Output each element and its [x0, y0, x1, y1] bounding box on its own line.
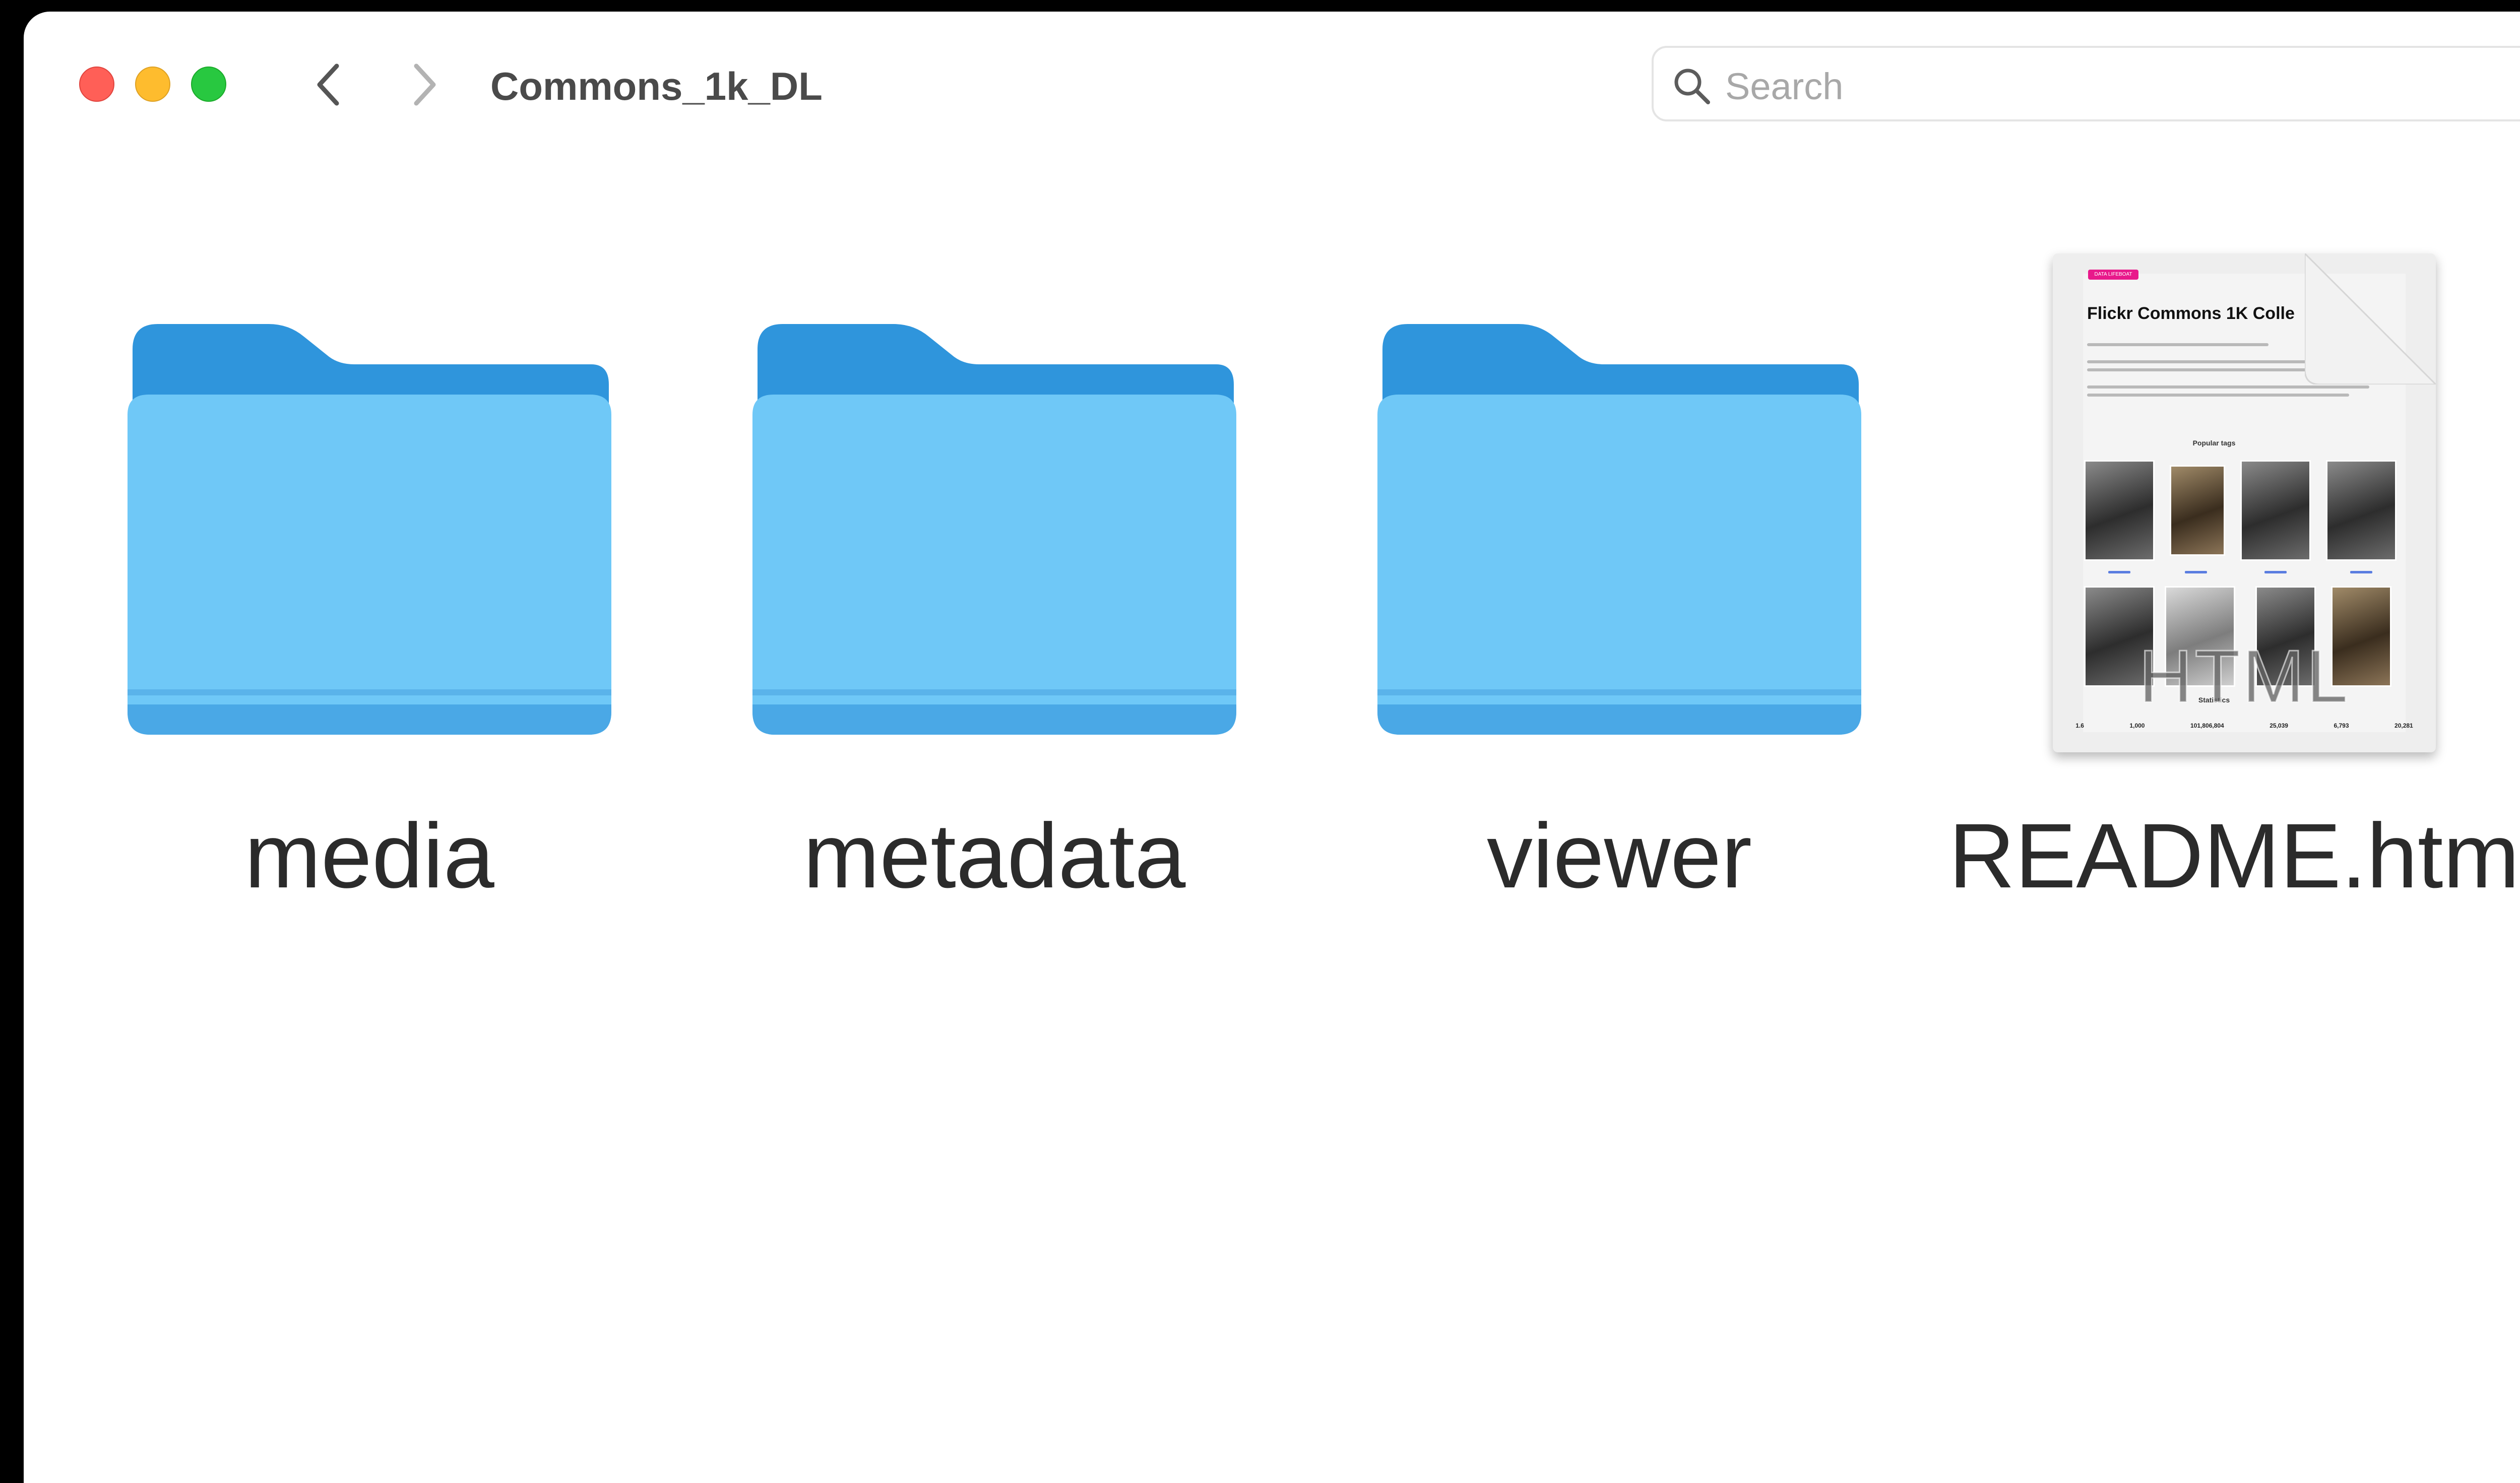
- close-button[interactable]: [79, 67, 114, 102]
- folder-icon-wrap: [57, 233, 682, 767]
- folder-icon: [1377, 324, 1861, 735]
- finder-window: Commons_1k_DL media: [24, 12, 2520, 1483]
- preview-link: [2264, 571, 2287, 573]
- preview-stat: 6,793: [2334, 722, 2349, 729]
- preview-text-line: [2087, 385, 2369, 389]
- file-item-media[interactable]: media: [57, 233, 682, 939]
- preview-title: Flickr Commons 1K Colle: [2087, 304, 2295, 323]
- preview-photo: [2240, 460, 2311, 561]
- search-field[interactable]: [1652, 46, 2520, 121]
- preview-stat: 1.6: [2075, 722, 2084, 729]
- item-label: metadata: [803, 804, 1186, 907]
- magnifying-glass-icon: [1674, 69, 1710, 104]
- document-preview: DATA LIFEBOAT Flickr Commons 1K Colle Po…: [2053, 253, 2436, 752]
- preview-photo: [2084, 460, 2155, 561]
- preview-photo: [2170, 465, 2225, 556]
- file-item-metadata[interactable]: metadata: [682, 233, 1307, 939]
- preview-link: [2108, 571, 2130, 573]
- chevron-right-icon: [414, 63, 436, 106]
- preview-stat: 1,000: [2129, 722, 2145, 729]
- preview-link: [2185, 571, 2207, 573]
- preview-stat: 25,039: [2270, 722, 2288, 729]
- item-label: viewer: [1487, 804, 1752, 907]
- window-title: Commons_1k_DL: [490, 64, 823, 108]
- preview-text-line: [2087, 343, 2269, 346]
- file-item-readme[interactable]: DATA LIFEBOAT Flickr Commons 1K Colle Po…: [1932, 233, 2520, 939]
- preview-stats: 1.6 1,000 101,806,804 25,039 6,793 20,28…: [2053, 722, 2436, 729]
- preview-text-line: [2087, 394, 2349, 397]
- folder-icon-wrap: [682, 233, 1307, 767]
- preview-section-heading: Popular tags: [2192, 439, 2236, 447]
- html-document-icon: DATA LIFEBOAT Flickr Commons 1K Colle Po…: [2053, 253, 2436, 752]
- zoom-button[interactable]: [191, 67, 226, 102]
- folder-icon-wrap: [1307, 233, 1932, 767]
- chevron-left-icon: [317, 63, 339, 106]
- document-icon-wrap: DATA LIFEBOAT Flickr Commons 1K Colle Po…: [1932, 233, 2520, 767]
- folder-icon: [752, 324, 1236, 735]
- item-label: README.html: [1948, 804, 2520, 907]
- folder-icon: [128, 324, 611, 735]
- file-type-label: HTML: [2138, 635, 2350, 718]
- search-input[interactable]: [1724, 58, 2520, 114]
- page-fold-icon: [2305, 253, 2436, 384]
- preview-link: [2350, 571, 2372, 573]
- preview-stat: 101,806,804: [2190, 722, 2224, 729]
- forward-button[interactable]: [402, 62, 447, 107]
- preview-photo: [2326, 460, 2397, 561]
- back-button[interactable]: [306, 62, 351, 107]
- preview-stat: 20,281: [2395, 722, 2413, 729]
- minimize-button[interactable]: [135, 67, 170, 102]
- preview-badge: DATA LIFEBOAT: [2088, 270, 2138, 280]
- file-item-viewer[interactable]: viewer: [1307, 233, 1932, 939]
- item-label: media: [244, 804, 494, 907]
